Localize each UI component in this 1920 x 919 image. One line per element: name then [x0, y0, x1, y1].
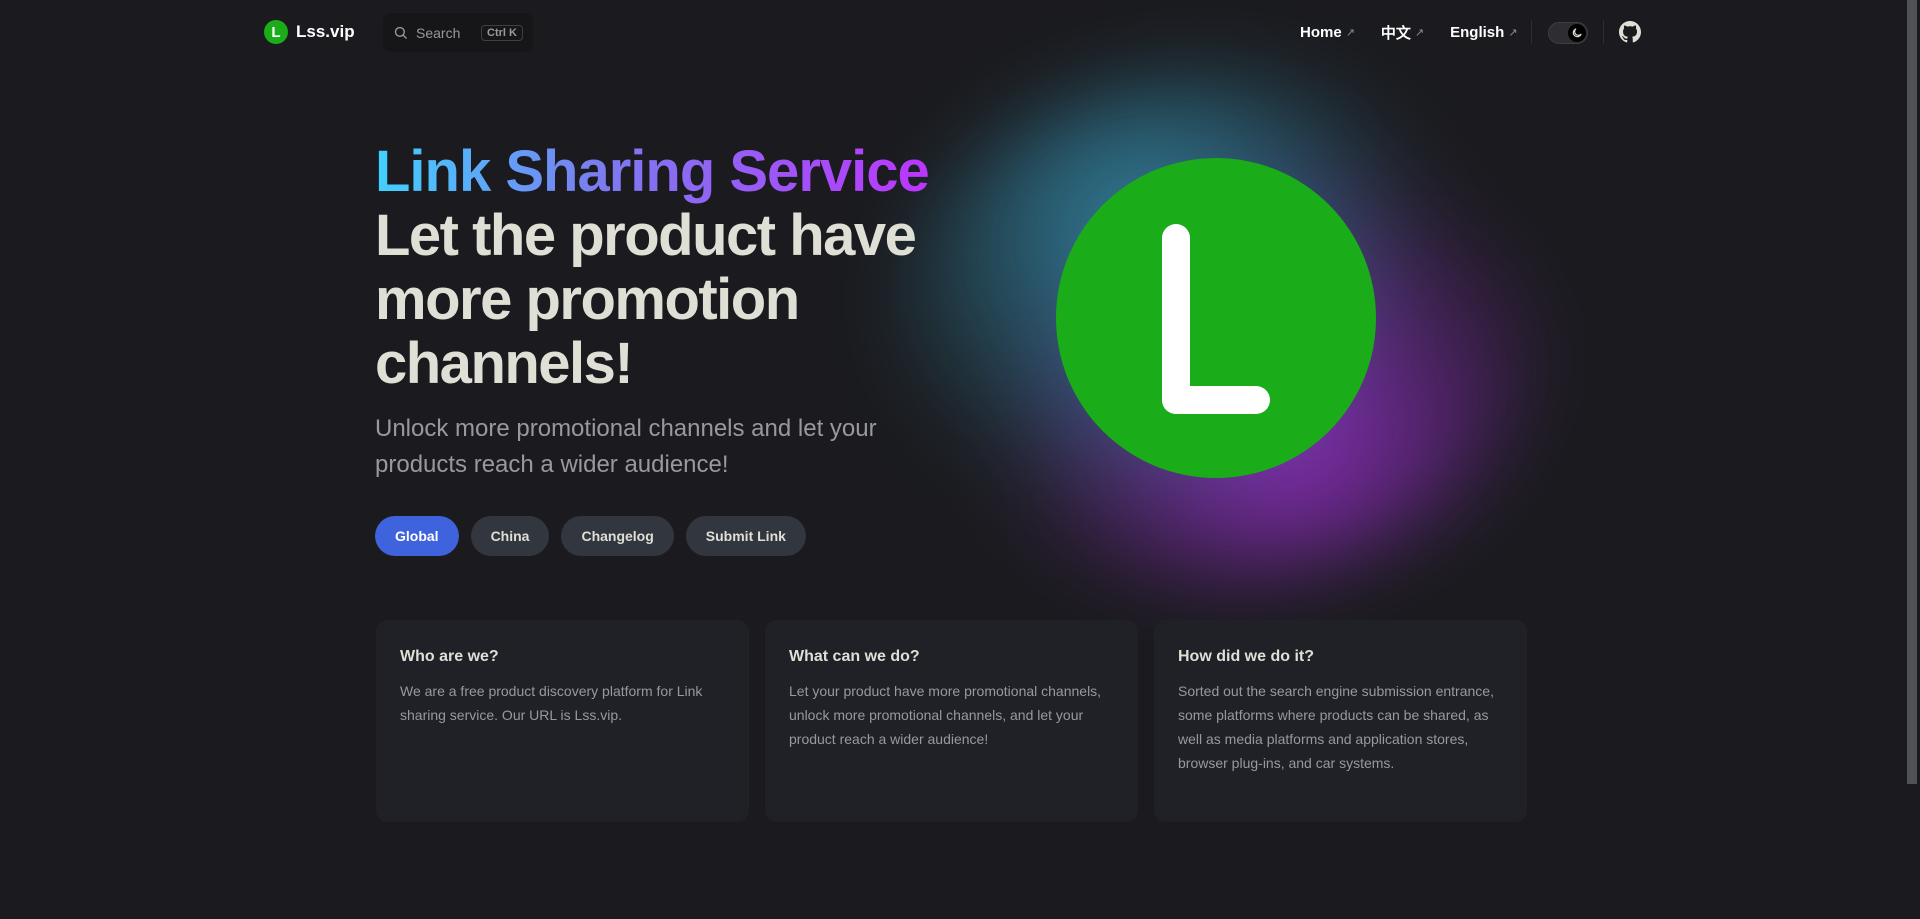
feature-title: How did we do it?: [1178, 648, 1314, 665]
feature-card: Who are we? We are a free product discov…: [376, 620, 749, 822]
site-name: Lss.vip: [296, 22, 355, 41]
external-link-icon: ↗: [1345, 26, 1355, 39]
search-label: Search: [416, 24, 461, 41]
china-button[interactable]: China: [470, 516, 550, 556]
nav-link-home[interactable]: Home ↗: [1300, 24, 1355, 41]
appearance-toggle[interactable]: [1548, 22, 1588, 44]
feature-details: Sorted out the search engine submission …: [1178, 683, 1494, 771]
hero-text: Let the product have more promotion chan…: [375, 203, 917, 396]
nav-link-label: Home: [1300, 23, 1342, 41]
hero-heading: Link Sharing Service Let the product hav…: [375, 140, 935, 396]
page-scrollbar[interactable]: [1904, 0, 1920, 919]
submit-link-button[interactable]: Submit Link: [685, 516, 806, 556]
moon-icon: [1568, 24, 1586, 42]
site-title-link[interactable]: L Lss.vip: [264, 20, 355, 44]
features-section: Who are we? We are a free product discov…: [376, 620, 1527, 822]
hero-actions: Global China Changelog Submit Link: [375, 516, 806, 556]
hero-tagline: Unlock more promotional channels and let…: [375, 415, 877, 478]
search-button[interactable]: Search Ctrl K: [383, 13, 533, 52]
feature-title: What can we do?: [789, 648, 920, 665]
logo-letter-stroke: [1162, 386, 1270, 414]
external-link-icon: ↗: [1508, 26, 1518, 39]
search-icon: [394, 26, 407, 39]
global-button[interactable]: Global: [375, 516, 459, 556]
feature-details: We are a free product discovery platform…: [400, 683, 703, 723]
nav-link-label: English: [1450, 23, 1505, 41]
feature-details: Let your product have more promotional c…: [789, 683, 1102, 747]
nav-link-english[interactable]: English ↗: [1450, 24, 1517, 41]
changelog-button[interactable]: Changelog: [561, 516, 674, 556]
nav-divider: [1531, 20, 1532, 44]
nav-link-label: 中文: [1380, 24, 1411, 42]
hero-name: Link Sharing Service: [375, 140, 935, 204]
top-navbar: L Lss.vip Search Ctrl K Home ↗ 中文 ↗ Engl…: [0, 0, 1904, 64]
feature-title: Who are we?: [400, 648, 499, 665]
feature-card: What can we do? Let your product have mo…: [765, 620, 1138, 822]
brand-logo-icon: L: [264, 20, 288, 44]
external-link-icon: ↗: [1414, 26, 1425, 39]
feature-card: How did we do it? Sorted out the search …: [1154, 620, 1527, 822]
nav-link-chinese[interactable]: 中文 ↗: [1381, 22, 1424, 43]
search-shortcut-key: Ctrl K: [481, 24, 523, 41]
hero-logo-image: [1056, 158, 1376, 478]
nav-menu: Home ↗ 中文 ↗ English ↗: [1300, 20, 1544, 44]
github-icon[interactable]: [1619, 21, 1641, 43]
scrollbar-thumb[interactable]: [1907, 0, 1917, 784]
nav-divider: [1603, 20, 1604, 44]
